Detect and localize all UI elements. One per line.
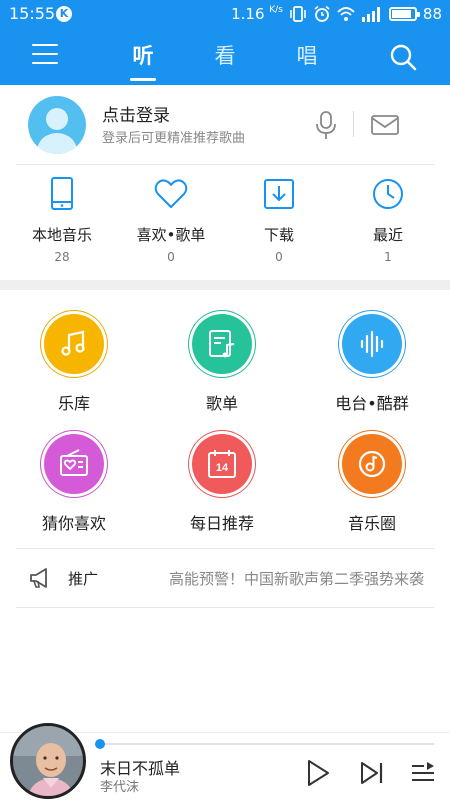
album-art[interactable] [10, 723, 86, 799]
promo-label: 推广 [68, 570, 99, 588]
section-separator [0, 280, 450, 290]
download-icon [264, 179, 294, 209]
wifi-icon [337, 7, 355, 21]
signal-icon [361, 7, 380, 22]
alarm-icon [314, 5, 330, 22]
battery-percent: 88 [422, 5, 442, 23]
daily-picks-circle: 14 [188, 430, 256, 498]
grid-daily-picks[interactable]: 14 每日推荐 [152, 430, 292, 534]
nav-row: 听 看 唱 [0, 30, 450, 85]
login-row[interactable]: 点击登录 登录后可更精准推荐歌曲 [0, 85, 450, 165]
login-title[interactable]: 点击登录 [102, 101, 170, 126]
grid-radio-groups[interactable]: 电台•酷群 [302, 310, 442, 414]
mini-player[interactable]: 末日不孤单 李代沫 [0, 723, 450, 800]
stat-count: 0 [275, 250, 283, 264]
microphone-icon[interactable] [313, 110, 339, 140]
status-time: 15:55 [9, 4, 56, 23]
library-stats: 本地音乐 28 喜欢•歌单 0 下载 0 最近 1 [0, 170, 450, 280]
grid-label: 猜你喜欢 [41, 514, 106, 533]
menu-icon[interactable] [32, 44, 58, 66]
grid-label: 每日推荐 [189, 514, 254, 533]
clock-icon [373, 179, 403, 209]
playlist-queue-icon[interactable] [410, 761, 436, 785]
playlist-icon [209, 330, 235, 358]
network-speed-unit: K/s [269, 5, 283, 15]
vibrate-icon [290, 6, 306, 22]
grid-music-library[interactable]: 乐库 [4, 310, 144, 414]
active-tab-indicator [130, 78, 156, 81]
guess-circle [40, 430, 108, 498]
battery-icon [388, 7, 420, 21]
radio-groups-circle [338, 310, 406, 378]
login-divider [353, 111, 354, 137]
tab-watch[interactable]: 看 [205, 40, 245, 70]
login-subtitle: 登录后可更精准推荐歌曲 [102, 131, 246, 146]
top-bar: 15:55 K 1.16 K/s 88 听 看 唱 [0, 0, 450, 85]
calendar-day: 14 [216, 462, 229, 474]
divider [16, 164, 434, 165]
stat-downloads[interactable]: 下载 0 [223, 170, 335, 264]
battery: 88 [388, 5, 442, 23]
playback-progress[interactable] [95, 739, 434, 749]
network-speed-value: 1.16 [231, 5, 265, 23]
song-artist[interactable]: 李代沫 [100, 776, 139, 795]
radio-heart-icon [60, 449, 88, 476]
stat-local-music[interactable]: 本地音乐 28 [6, 170, 118, 264]
grid-label: 电台•酷群 [335, 394, 409, 413]
playlists-circle [188, 310, 256, 378]
music-circle-icon [358, 450, 386, 478]
battery-fill [391, 10, 411, 18]
grid-label: 音乐圈 [347, 514, 396, 533]
play-icon[interactable] [305, 759, 331, 787]
tab-sing[interactable]: 唱 [287, 40, 327, 70]
network-speed: 1.16 K/s [231, 5, 283, 23]
soundwave-icon [360, 330, 384, 358]
calendar-icon: 14 [208, 450, 236, 478]
stat-count: 28 [54, 250, 70, 264]
heart-icon [154, 179, 188, 208]
phone-icon [51, 177, 73, 210]
search-icon[interactable] [389, 43, 417, 71]
stat-label: 最近 [372, 226, 403, 244]
grid-guess-you-like[interactable]: 猜你喜欢 [4, 430, 144, 534]
status-right: 1.16 K/s 88 [231, 3, 442, 25]
music-circle-circle [338, 430, 406, 498]
grid-label: 歌单 [205, 394, 238, 413]
next-icon[interactable] [359, 761, 385, 785]
megaphone-icon [30, 568, 47, 588]
mail-icon[interactable] [370, 113, 400, 137]
status-bar: 15:55 K 1.16 K/s 88 [0, 0, 450, 28]
k-badge-icon: K [56, 6, 72, 22]
stat-label: 下载 [263, 226, 294, 244]
music-library-circle [40, 310, 108, 378]
avatar-icon[interactable] [28, 96, 86, 154]
stat-label: 喜欢•歌单 [136, 226, 206, 244]
grid-label: 乐库 [57, 394, 90, 413]
stat-favorites[interactable]: 喜欢•歌单 0 [115, 170, 227, 264]
grid-music-circle[interactable]: 音乐圈 [302, 430, 442, 534]
grid-playlists[interactable]: 歌单 [152, 310, 292, 414]
promo-row[interactable]: 推广 高能预警！中国新歌声第二季强势来袭 [16, 548, 434, 608]
music-note-icon [61, 330, 85, 356]
stat-count: 0 [167, 250, 175, 264]
progress-handle[interactable] [95, 739, 105, 749]
tab-listen[interactable]: 听 [123, 40, 163, 70]
stat-count: 1 [384, 250, 392, 264]
stat-label: 本地音乐 [31, 226, 92, 244]
stat-recent[interactable]: 最近 1 [332, 170, 444, 264]
promo-text[interactable]: 高能预警！中国新歌声第二季强势来袭 [169, 568, 424, 589]
